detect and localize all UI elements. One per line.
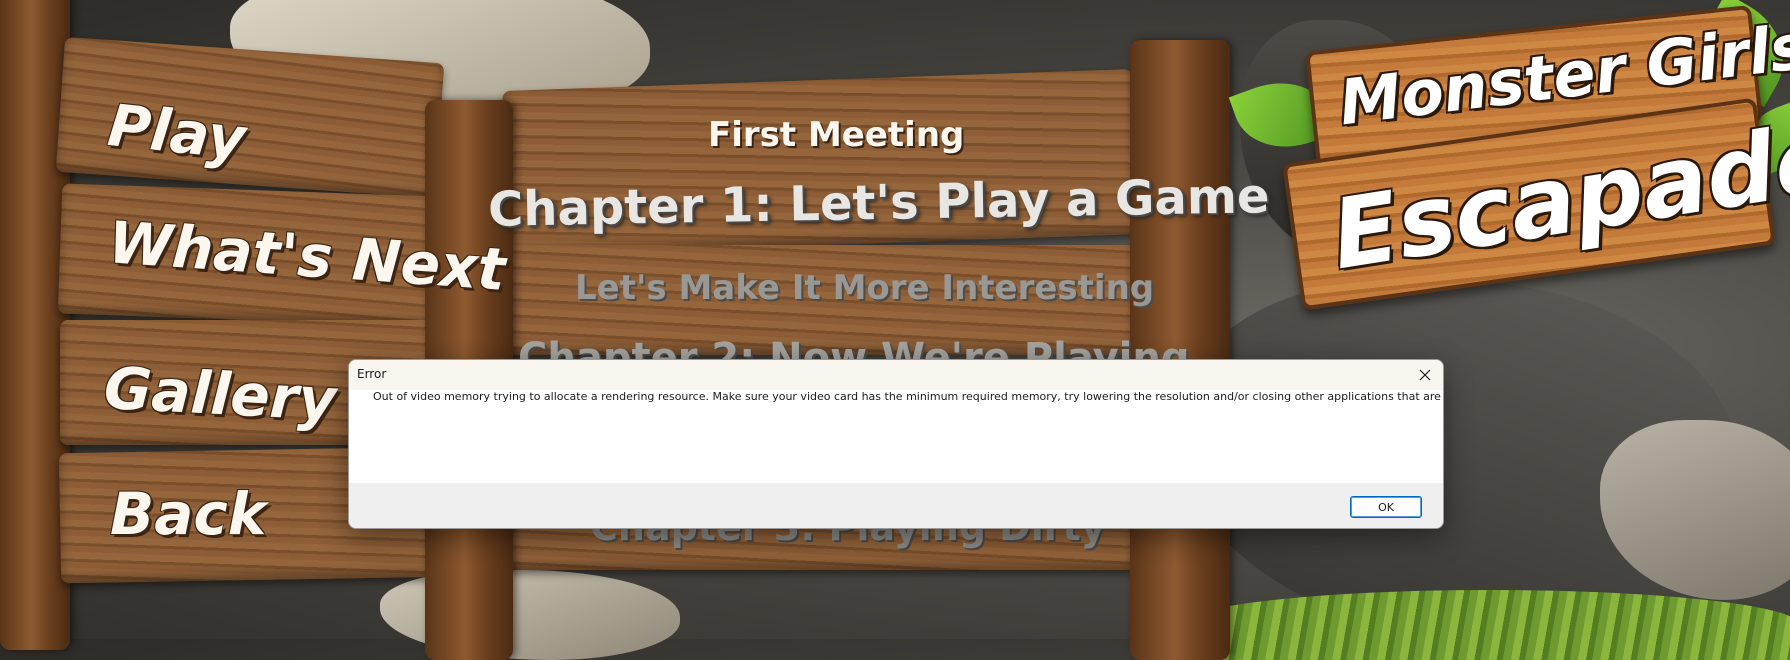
dialog-titlebar: Error [349, 360, 1443, 390]
chapter-group-heading: First Meeting [708, 115, 965, 155]
background-grass [1180, 590, 1790, 660]
error-dialog: Error Out of video memory trying to allo… [348, 359, 1444, 529]
dialog-title: Error [357, 367, 387, 381]
close-button[interactable] [1407, 360, 1443, 390]
chapter-item-2[interactable]: Let's Make It More Interesting [575, 268, 1154, 308]
dialog-message: Out of video memory trying to allocate a… [373, 390, 1444, 403]
gallery-button[interactable]: Gallery [102, 354, 338, 434]
close-icon [1419, 369, 1431, 381]
back-button[interactable]: Back [110, 480, 266, 548]
ok-button[interactable]: OK [1350, 496, 1422, 518]
dialog-body: Out of video memory trying to allocate a… [349, 390, 1443, 483]
dialog-footer: OK [349, 483, 1443, 528]
play-button[interactable]: Play [105, 91, 249, 173]
